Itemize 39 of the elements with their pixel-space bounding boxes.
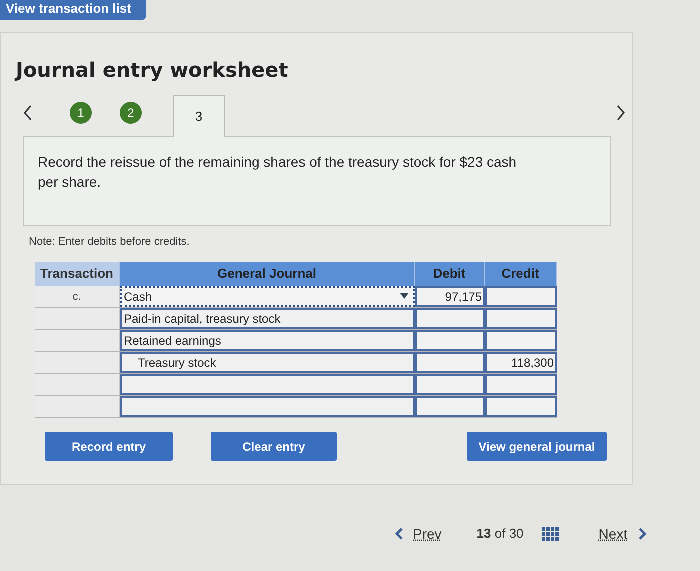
question-text: Record the reissue of the remaining shares of the treasury stock for $23 cash per share. (38, 153, 518, 192)
credit-field[interactable] (485, 396, 557, 417)
account-field[interactable]: Paid-in capital, treasury stock (120, 308, 415, 329)
view-transaction-list-button[interactable]: View transaction list (0, 0, 146, 20)
debit-field[interactable] (415, 374, 485, 395)
column-header: Transaction (35, 262, 120, 286)
action-button[interactable]: View general journal (467, 432, 607, 461)
action-button[interactable]: Record entry (45, 432, 173, 461)
next-chevron-icon[interactable] (638, 528, 647, 540)
step-button[interactable]: 1 (70, 102, 92, 124)
column-header: Debit (415, 262, 485, 286)
step-button[interactable]: 2 (120, 102, 142, 124)
credit-field[interactable]: 118,300 (485, 352, 557, 373)
worksheet-title: Journal entry worksheet (16, 57, 288, 84)
account-field[interactable] (120, 396, 415, 417)
credit-field[interactable] (485, 286, 557, 307)
credit-field[interactable] (485, 330, 557, 351)
dropdown-caret-icon[interactable] (400, 293, 409, 299)
prev-link[interactable]: Prev (413, 524, 442, 544)
debit-field[interactable] (415, 352, 485, 373)
account-field[interactable] (120, 374, 415, 395)
action-button[interactable]: Clear entry (211, 432, 337, 461)
previous-chevron-icon[interactable] (395, 528, 404, 540)
note-text: Note: Enter debits before credits. (29, 235, 190, 250)
column-header: Credit (485, 262, 557, 286)
next-link[interactable]: Next (598, 524, 628, 544)
column-header: General Journal (120, 262, 415, 286)
debit-field[interactable]: 97,175 (415, 286, 485, 307)
account-field[interactable]: Treasury stock (120, 352, 415, 373)
account-field[interactable]: Retained earnings (120, 330, 415, 351)
debit-field[interactable] (415, 308, 485, 329)
grid-icon[interactable] (542, 526, 559, 542)
page-counter: 13 of 30 (476, 525, 524, 544)
credit-field[interactable] (485, 374, 557, 395)
step-tab[interactable]: 3 (173, 95, 225, 137)
debit-field[interactable] (415, 396, 485, 417)
account-field[interactable]: Cash (120, 286, 415, 307)
debit-field[interactable] (415, 330, 485, 351)
credit-field[interactable] (485, 308, 557, 329)
